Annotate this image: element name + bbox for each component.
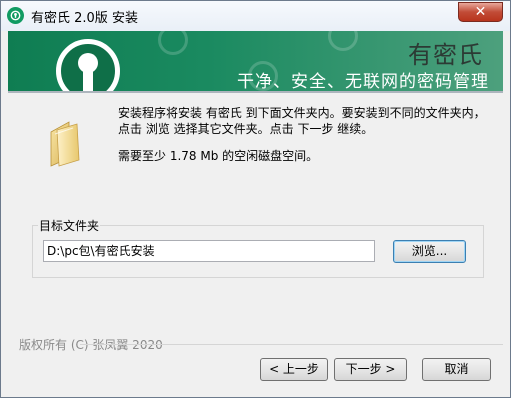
gear-decoration-icon <box>158 31 188 55</box>
window-title: 有密氏 2.0版 安装 <box>31 11 138 26</box>
close-button[interactable]: ✕ <box>458 2 503 22</box>
app-logo-icon <box>7 7 24 24</box>
banner-slogan: 干净、安全、无联网的密码管理 <box>237 72 489 91</box>
next-button[interactable]: 下一步 > <box>334 358 407 381</box>
destination-folder-label: 目标文件夹 <box>38 217 101 234</box>
footer-separator <box>80 344 503 345</box>
folder-icon <box>47 118 85 168</box>
space-required-text: 需要至少 1.78 Mb 的空闲磁盘空间。 <box>118 149 319 163</box>
banner-divider <box>8 91 503 93</box>
title-bar[interactable]: 有密氏 2.0版 安装 ✕ <box>1 1 510 31</box>
cancel-button[interactable]: 取消 <box>422 358 491 381</box>
browse-button[interactable]: 浏览... <box>393 240 466 263</box>
banner-logo-icon <box>56 39 120 91</box>
header-banner: 有密氏 干净、安全、无联网的密码管理 <box>8 31 503 91</box>
close-icon: ✕ <box>474 4 487 20</box>
banner-product-name: 有密氏 <box>408 41 483 69</box>
gear-decoration-icon <box>328 31 358 51</box>
installer-window: 有密氏 2.0版 安装 ✕ 有密氏 干净、安全、无联网的密码管理 安装程序将安装… <box>0 0 511 398</box>
intro-text: 安装程序将安装 有密氏 到下面文件夹内。要安装到不同的文件夹内，点击 浏览 选择… <box>118 106 486 136</box>
destination-path-input[interactable]: D:\pc包\有密氏安装 <box>43 240 375 262</box>
back-button[interactable]: < 上一步 <box>260 358 328 381</box>
